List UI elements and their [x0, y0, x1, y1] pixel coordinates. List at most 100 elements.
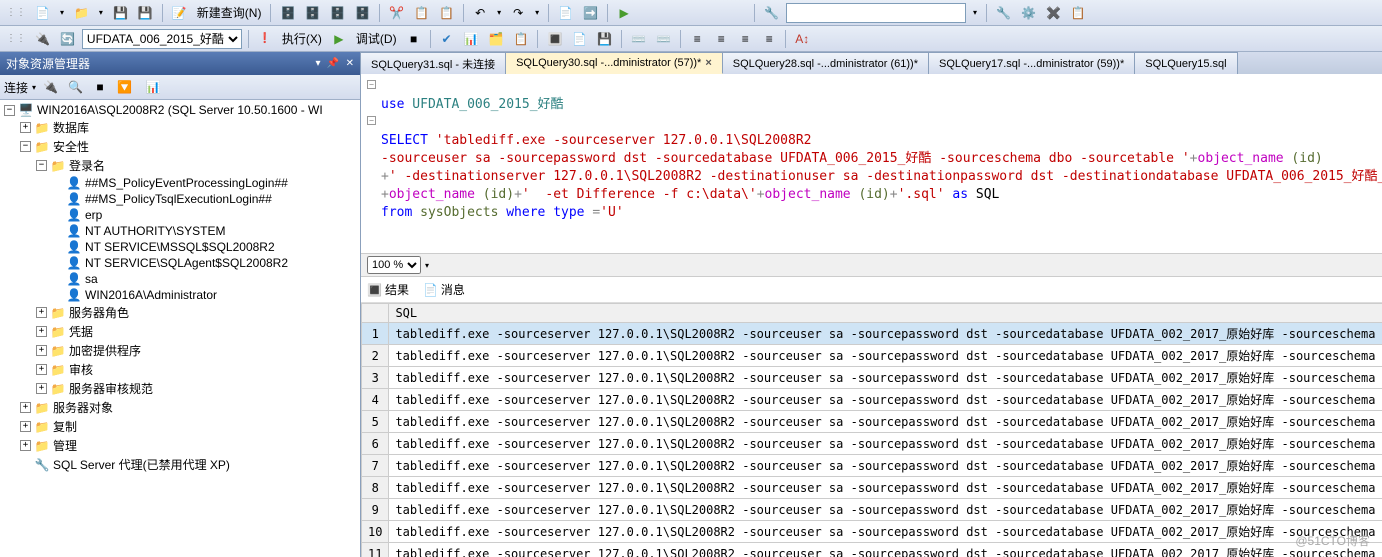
- tree-audit-specs[interactable]: 服务器审核规范: [69, 380, 153, 397]
- tree-sql-agent[interactable]: SQL Server 代理(已禁用代理 XP): [53, 456, 230, 473]
- filter-icon[interactable]: 🔽: [114, 77, 135, 97]
- document-tab[interactable]: SQLQuery17.sql -...dministrator (59))*: [929, 52, 1135, 74]
- play-icon[interactable]: ▶: [614, 3, 634, 23]
- tree-login-item[interactable]: NT SERVICE\SQLAgent$SQL2008R2: [85, 256, 288, 270]
- execute-icon[interactable]: ❗: [255, 29, 275, 49]
- results-tab[interactable]: 🔳结果: [367, 281, 409, 298]
- tool-icon[interactable]: 📋: [1068, 3, 1089, 23]
- table-row[interactable]: 10tablediff.exe -sourceserver 127.0.0.1\…: [362, 521, 1382, 543]
- table-row[interactable]: 2tablediff.exe -sourceserver 127.0.0.1\S…: [362, 345, 1382, 367]
- tool-icon[interactable]: 🗂️: [486, 29, 507, 49]
- fold-icon[interactable]: −: [367, 116, 376, 125]
- table-row[interactable]: 9tablediff.exe -sourceserver 127.0.0.1\S…: [362, 499, 1382, 521]
- tool-icon[interactable]: 🔧: [993, 3, 1014, 23]
- document-tab[interactable]: SQLQuery31.sql - 未连接: [361, 52, 506, 74]
- expand-icon[interactable]: +: [20, 421, 31, 432]
- cell-sql[interactable]: tablediff.exe -sourceserver 127.0.0.1\SQ…: [389, 411, 1382, 433]
- tree-server[interactable]: WIN2016A\SQL2008R2 (SQL Server 10.50.160…: [37, 103, 323, 117]
- expand-icon[interactable]: +: [20, 440, 31, 451]
- indent-icon[interactable]: ≡: [687, 29, 707, 49]
- results-text-icon[interactable]: 📄: [569, 29, 590, 49]
- sql-editor[interactable]: −use UFDATA_006_2015_好酷 −SELECT 'tabledi…: [361, 74, 1382, 254]
- indent-icon[interactable]: ≡: [735, 29, 755, 49]
- tree-management[interactable]: 管理: [53, 437, 77, 454]
- tree-security[interactable]: 安全性: [53, 138, 89, 155]
- tool-icon[interactable]: ⚙️: [1018, 3, 1039, 23]
- expand-icon[interactable]: +: [36, 307, 47, 318]
- save-icon[interactable]: 💾: [110, 3, 131, 23]
- connect-icon[interactable]: 🔌: [32, 29, 53, 49]
- parse-icon[interactable]: ✔: [437, 29, 457, 49]
- column-header-sql[interactable]: SQL: [389, 304, 1382, 323]
- cell-sql[interactable]: tablediff.exe -sourceserver 127.0.0.1\SQ…: [389, 477, 1382, 499]
- execute-button[interactable]: 执行(X): [279, 30, 325, 47]
- tree-server-roles[interactable]: 服务器角色: [69, 304, 129, 321]
- debug-button[interactable]: 调试(D): [353, 30, 400, 47]
- document-tab[interactable]: SQLQuery28.sql -...dministrator (61))*: [723, 52, 929, 74]
- cell-sql[interactable]: tablediff.exe -sourceserver 127.0.0.1\SQ…: [389, 499, 1382, 521]
- save-all-icon[interactable]: 💾: [135, 3, 156, 23]
- dropdown-icon[interactable]: ▾: [494, 3, 504, 23]
- expand-icon[interactable]: +: [36, 364, 47, 375]
- results-grid[interactable]: SQL 1tablediff.exe -sourceserver 127.0.0…: [361, 303, 1382, 557]
- tree-replication[interactable]: 复制: [53, 418, 77, 435]
- cell-sql[interactable]: tablediff.exe -sourceserver 127.0.0.1\SQ…: [389, 433, 1382, 455]
- tree-login-item[interactable]: erp: [85, 208, 102, 222]
- table-row[interactable]: 1tablediff.exe -sourceserver 127.0.0.1\S…: [362, 323, 1382, 345]
- comment-icon[interactable]: ⌨️: [628, 29, 649, 49]
- document-tab[interactable]: SQLQuery15.sql: [1135, 52, 1237, 74]
- messages-tab[interactable]: 📄消息: [423, 281, 465, 298]
- cell-sql[interactable]: tablediff.exe -sourceserver 127.0.0.1\SQ…: [389, 521, 1382, 543]
- close-icon[interactable]: ✕: [346, 58, 354, 69]
- undo-icon[interactable]: ↶: [470, 3, 490, 23]
- table-row[interactable]: 11tablediff.exe -sourceserver 127.0.0.1\…: [362, 543, 1382, 557]
- tree-server-objects[interactable]: 服务器对象: [53, 399, 113, 416]
- db-icon[interactable]: 🗄️: [277, 3, 298, 23]
- new-query-button[interactable]: 新建查询(N): [194, 4, 265, 21]
- expand-icon[interactable]: +: [20, 402, 31, 413]
- new-query-icon[interactable]: 📝: [169, 3, 190, 23]
- tree-crypto[interactable]: 加密提供程序: [69, 342, 141, 359]
- grip-icon[interactable]: ⋮⋮: [4, 33, 28, 44]
- tool-icon[interactable]: ✖️: [1043, 3, 1064, 23]
- connect-label[interactable]: 连接: [4, 79, 28, 96]
- cell-sql[interactable]: tablediff.exe -sourceserver 127.0.0.1\SQ…: [389, 543, 1382, 557]
- dropdown-icon[interactable]: ▾: [57, 3, 67, 23]
- expand-icon[interactable]: +: [36, 345, 47, 356]
- table-row[interactable]: 5tablediff.exe -sourceserver 127.0.0.1\S…: [362, 411, 1382, 433]
- object-tree[interactable]: −🖥️WIN2016A\SQL2008R2 (SQL Server 10.50.…: [0, 100, 360, 557]
- uncomment-icon[interactable]: ⌨️: [653, 29, 674, 49]
- open-icon[interactable]: 📁: [71, 3, 92, 23]
- tree-login-item[interactable]: NT AUTHORITY\SYSTEM: [85, 224, 225, 238]
- database-combo[interactable]: UFDATA_006_2015_好酷: [82, 29, 242, 49]
- table-row[interactable]: 7tablediff.exe -sourceserver 127.0.0.1\S…: [362, 455, 1382, 477]
- results-grid-icon[interactable]: 🔳: [544, 29, 565, 49]
- connect-icon[interactable]: 🔌: [40, 77, 61, 97]
- expand-icon[interactable]: −: [20, 141, 31, 152]
- cell-sql[interactable]: tablediff.exe -sourceserver 127.0.0.1\SQ…: [389, 345, 1382, 367]
- expand-icon[interactable]: −: [36, 160, 47, 171]
- cell-sql[interactable]: tablediff.exe -sourceserver 127.0.0.1\SQ…: [389, 455, 1382, 477]
- tree-login-item[interactable]: NT SERVICE\MSSQL$SQL2008R2: [85, 240, 275, 254]
- pin-icon[interactable]: 📌: [327, 58, 339, 69]
- expand-icon[interactable]: −: [4, 105, 15, 116]
- table-row[interactable]: 6tablediff.exe -sourceserver 127.0.0.1\S…: [362, 433, 1382, 455]
- specify-values-icon[interactable]: A↕: [792, 29, 812, 49]
- cell-sql[interactable]: tablediff.exe -sourceserver 127.0.0.1\SQ…: [389, 323, 1382, 345]
- paste-icon[interactable]: 📋: [436, 3, 457, 23]
- close-icon[interactable]: ×: [705, 57, 711, 69]
- zoom-select[interactable]: 100 %: [367, 256, 421, 274]
- db-icon[interactable]: 🗄️: [352, 3, 373, 23]
- stop-icon[interactable]: ■: [90, 77, 110, 97]
- activity-icon[interactable]: 🔧: [761, 3, 782, 23]
- dropdown-icon[interactable]: ▾: [425, 261, 429, 270]
- cell-sql[interactable]: tablediff.exe -sourceserver 127.0.0.1\SQ…: [389, 367, 1382, 389]
- fold-icon[interactable]: −: [367, 80, 376, 89]
- dropdown-icon[interactable]: ▾: [315, 58, 320, 69]
- cut-icon[interactable]: ✂️: [386, 3, 407, 23]
- outdent-icon[interactable]: ≡: [759, 29, 779, 49]
- redo-icon[interactable]: ↷: [508, 3, 528, 23]
- tree-logins[interactable]: 登录名: [69, 157, 105, 174]
- refresh-icon[interactable]: 📊: [143, 77, 164, 97]
- tree-databases[interactable]: 数据库: [53, 119, 89, 136]
